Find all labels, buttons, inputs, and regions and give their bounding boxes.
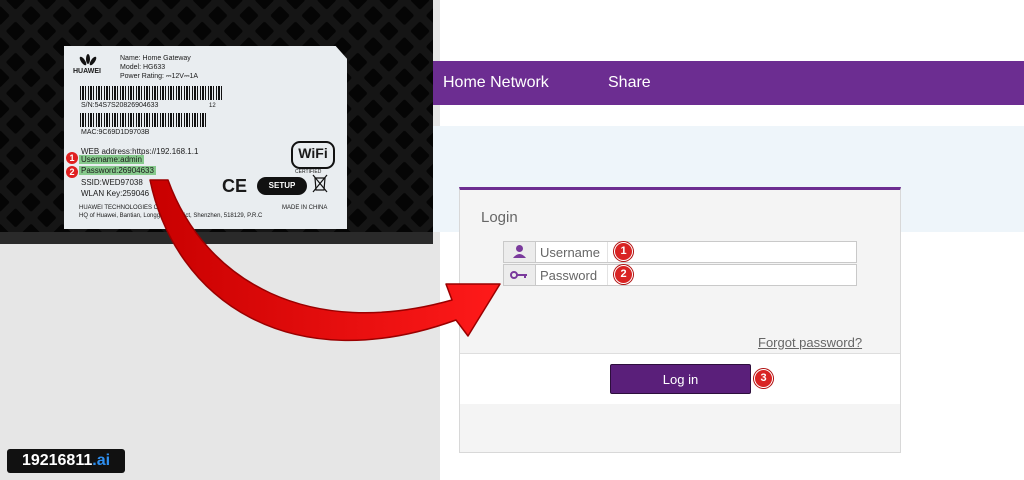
name-line: Name: Home Gateway: [120, 55, 191, 62]
watermark-suffix: .ai: [92, 452, 111, 469]
wlan-key-line: WLAN Key:259046: [81, 189, 150, 198]
device-label-sticker: HUAWEI Name: Home Gateway Model: HG633 P…: [64, 46, 347, 229]
forgot-password-link[interactable]: Forgot password?: [758, 335, 862, 350]
serial-line: S/N:54S7S20826904633: [81, 102, 159, 109]
mac-barcode: [80, 113, 206, 127]
made-in-line: MADE IN CHINA: [282, 205, 328, 211]
serial-barcode: [80, 86, 222, 100]
mac-line: MAC:9C69D1D9703B: [81, 129, 150, 136]
model-line: Model: HG633: [120, 64, 166, 71]
manufacturer-line: HUAWEI TECHNOLOGIES CO., LTD.: [79, 205, 181, 211]
ssid-line: SSID:WED97038: [81, 178, 143, 187]
serial-suffix: 12: [209, 103, 216, 109]
label-marker-1: 1: [66, 152, 78, 164]
nav-share[interactable]: Share: [608, 74, 651, 92]
password-placeholder: Password: [540, 268, 598, 283]
nav-home-network[interactable]: Home Network: [443, 74, 549, 92]
address-line: HQ of Huawei, Bantian, Longgang District…: [79, 213, 263, 219]
watermark-main: 19216811: [21, 452, 93, 469]
huawei-logo-icon: [79, 54, 97, 66]
wps-setup-logo: SETUP: [257, 177, 307, 195]
user-icon: [504, 242, 536, 262]
password-line: Password:26904633: [79, 166, 156, 175]
username-line: Username:admin: [79, 155, 144, 164]
brand-text: HUAWEI: [73, 68, 101, 75]
router-photo: HUAWEI Name: Home Gateway Model: HG633 P…: [0, 0, 433, 244]
wifi-certified-logo: WiFi: [291, 141, 335, 169]
username-field[interactable]: Username: [503, 241, 857, 263]
step-marker-2: 2: [614, 265, 633, 284]
login-panel: Login Username Password 1 2 Forgot passw…: [459, 187, 901, 453]
ce-mark: CE: [222, 176, 248, 196]
key-icon: [504, 265, 536, 285]
power-line: Power Rating: ⎓12V⎓1A: [120, 73, 199, 80]
site-watermark: 19216811.ai: [7, 449, 125, 473]
step-marker-1: 1: [614, 242, 633, 261]
top-navbar: Home Network Share: [433, 61, 1024, 105]
login-title: Login: [481, 209, 518, 226]
weee-bin-icon: [312, 174, 328, 193]
password-field[interactable]: Password: [503, 264, 857, 286]
step-marker-3: 3: [754, 369, 773, 388]
login-button[interactable]: Log in: [610, 364, 751, 394]
label-marker-2: 2: [66, 166, 78, 178]
username-placeholder: Username: [540, 245, 600, 260]
